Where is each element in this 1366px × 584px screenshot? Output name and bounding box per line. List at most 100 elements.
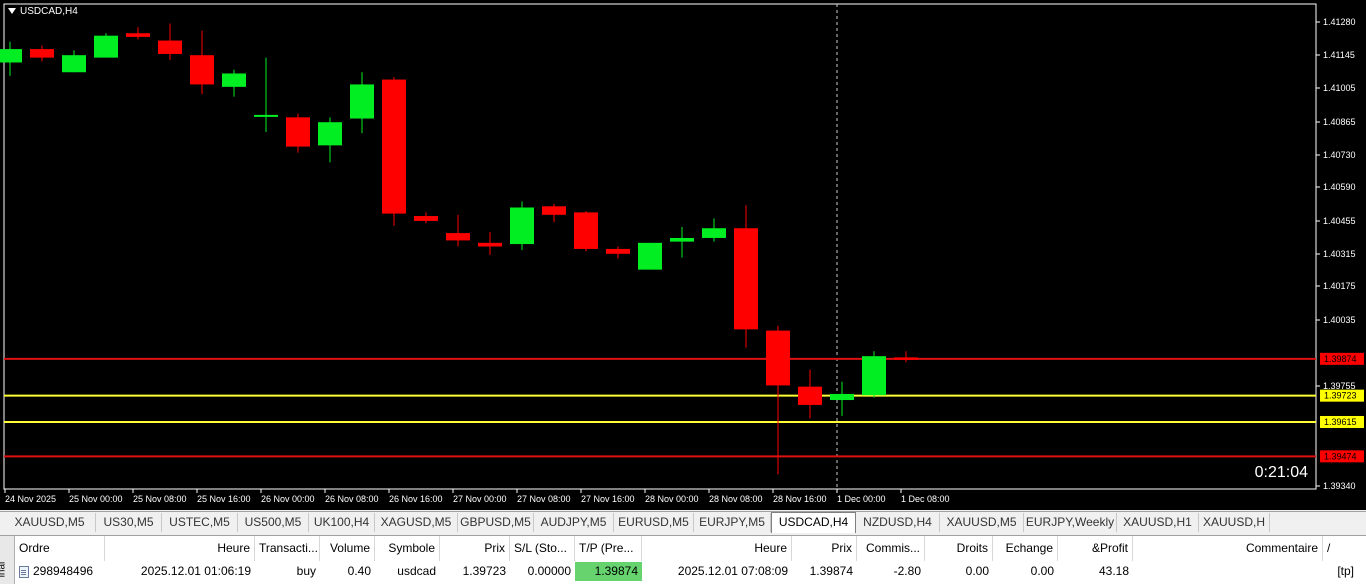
candle-body — [94, 35, 118, 58]
time-axis-label: 26 Nov 08:00 — [325, 494, 379, 504]
chart-tab[interactable]: USTEC,M5 — [162, 513, 238, 532]
price-axis-label: 1.39755 — [1323, 381, 1356, 391]
candle-body — [254, 114, 278, 117]
chart-menu-triangle-icon[interactable] — [8, 8, 16, 15]
candle-body — [766, 330, 790, 386]
candle-body — [830, 393, 854, 401]
price-axis-label: 1.41005 — [1323, 83, 1356, 93]
chart-tab[interactable]: XAUUSD,H1 — [1117, 513, 1199, 532]
candle-body — [574, 212, 598, 249]
cell-tp: 1.39874 — [575, 562, 642, 581]
price-tag-label: 1.39615 — [1324, 417, 1357, 427]
price-axis-label: 1.40175 — [1323, 281, 1356, 291]
chart-symbol-title: USDCAD,H4 — [8, 6, 78, 17]
chart-canvas[interactable]: 1.41280 1.41145 1.41005 1.40865 1.40730 1.405… — [0, 0, 1366, 510]
time-axis-label: 26 Nov 16:00 — [389, 494, 443, 504]
cell-symbole: usdcad — [397, 564, 436, 578]
time-axis-label: 1 Dec 00:00 — [837, 494, 886, 504]
candle-body — [318, 122, 342, 146]
candle-body — [510, 207, 534, 245]
chart-tab[interactable]: EURJPY,Weekly — [1024, 513, 1117, 532]
candle-body — [670, 237, 694, 242]
cell-prix-close: 1.39874 — [809, 564, 853, 578]
chart-tab[interactable]: US30,M5 — [96, 513, 162, 532]
cell-volume: 0.40 — [347, 564, 371, 578]
chart-tab[interactable]: XAUUSD,M5 — [940, 513, 1024, 532]
chart-tab[interactable]: XAGUSD,M5 — [375, 513, 458, 532]
candle-body — [734, 228, 758, 330]
cell-heure: 2025.12.01 01:06:19 — [140, 564, 251, 578]
price-tag-label: 1.39874 — [1324, 354, 1357, 364]
cell-sl: 0.00000 — [527, 564, 571, 578]
time-axis-label: 1 Dec 08:00 — [901, 494, 950, 504]
price-axis-label: 1.41280 — [1323, 17, 1356, 27]
chart-tab[interactable]: US500,M5 — [238, 513, 309, 532]
candle-body — [62, 55, 86, 73]
chart-tab[interactable]: XAUUSD,H — [1199, 513, 1270, 532]
time-axis-label: 27 Nov 16:00 — [581, 494, 635, 504]
candle-body — [286, 117, 310, 147]
candle-body — [0, 49, 22, 63]
chart-tab-bar: XAUUSD,M5 US30,M5 USTEC,M5 US500,M5 UK100,H4… — [0, 511, 1366, 534]
chart-tab[interactable]: EURJPY,M5 — [694, 513, 771, 532]
candle-body — [446, 233, 470, 241]
chart-tab[interactable]: AUDJPY,M5 — [534, 513, 614, 532]
candle-body — [126, 33, 150, 37]
chart-tab[interactable]: NZDUSD,H4 — [856, 513, 940, 532]
price-axis-label: 1.40035 — [1323, 315, 1356, 325]
time-axis-label: 27 Nov 00:00 — [453, 494, 507, 504]
candle-body — [350, 84, 374, 119]
cell-commentaire: [tp] — [1337, 564, 1354, 578]
price-chart[interactable]: 1.41280 1.41145 1.41005 1.40865 1.40730 1.405… — [0, 0, 1366, 510]
price-axis-label: 1.41145 — [1323, 50, 1355, 60]
price-axis-label: 1.40865 — [1323, 117, 1356, 127]
candle-body — [158, 40, 182, 54]
time-axis-label: 25 Nov 16:00 — [197, 494, 251, 504]
time-axis-label: 28 Nov 00:00 — [645, 494, 699, 504]
time-axis-label: 28 Nov 16:00 — [773, 494, 827, 504]
candle-body — [702, 228, 726, 238]
time-axis-label: 25 Nov 00:00 — [69, 494, 123, 504]
cell-prix: 1.39723 — [462, 564, 506, 578]
table-row[interactable]: 298948496 2025.12.01 01:06:19 buy 0.40 u… — [15, 536, 1366, 584]
candle-body — [638, 242, 662, 270]
cell-echange: 0.00 — [1030, 564, 1054, 578]
terminal-side-label: inal — [0, 561, 8, 578]
candle-body — [30, 49, 54, 58]
price-axis-label: 1.39340 — [1323, 481, 1356, 491]
candle-countdown-timer: 0:21:04 — [1255, 464, 1308, 481]
price-axis-label: 1.40315 — [1323, 249, 1356, 259]
candle-body — [798, 386, 822, 405]
chart-symbol-label: USDCAD,H4 — [20, 6, 78, 17]
time-axis-label: 28 Nov 08:00 — [709, 494, 763, 504]
candle-body — [190, 55, 214, 85]
candle-body — [894, 357, 918, 360]
chart-tab[interactable]: EURUSD,M5 — [614, 513, 694, 532]
candle-body — [478, 242, 502, 247]
cell-ordre-value: 298948496 — [33, 564, 94, 578]
candle-body — [382, 79, 406, 214]
cell-droits: 0.00 — [965, 564, 989, 578]
time-axis-label: 24 Nov 2025 — [5, 494, 56, 504]
candle-body — [414, 216, 438, 221]
price-axis-label: 1.40590 — [1323, 182, 1356, 192]
cell-ordre: 298948496 — [15, 562, 105, 581]
order-document-icon — [19, 565, 29, 578]
price-axis-label: 1.40455 — [1323, 216, 1356, 226]
cell-transaction: buy — [296, 564, 316, 578]
candle-body — [542, 206, 566, 215]
candle-body — [222, 73, 246, 87]
candle-body — [606, 248, 630, 254]
price-axis-label: 1.40730 — [1323, 150, 1356, 160]
candle-body — [862, 356, 886, 396]
time-axis-label: 27 Nov 08:00 — [517, 494, 571, 504]
time-axis-label: 25 Nov 08:00 — [133, 494, 187, 504]
chart-tab[interactable]: UK100,H4 — [309, 513, 375, 532]
cell-heure-close: 2025.12.01 07:08:09 — [677, 564, 788, 578]
chart-tab[interactable]: GBPUSD,M5 — [458, 513, 534, 532]
chart-tab[interactable]: XAUUSD,M5 — [4, 513, 96, 532]
cell-commission: -2.80 — [893, 564, 921, 578]
chart-tab[interactable]: USDCAD,H4 — [771, 512, 856, 533]
time-axis-label: 26 Nov 00:00 — [261, 494, 315, 504]
terminal-side-handle[interactable]: inal — [0, 536, 15, 584]
